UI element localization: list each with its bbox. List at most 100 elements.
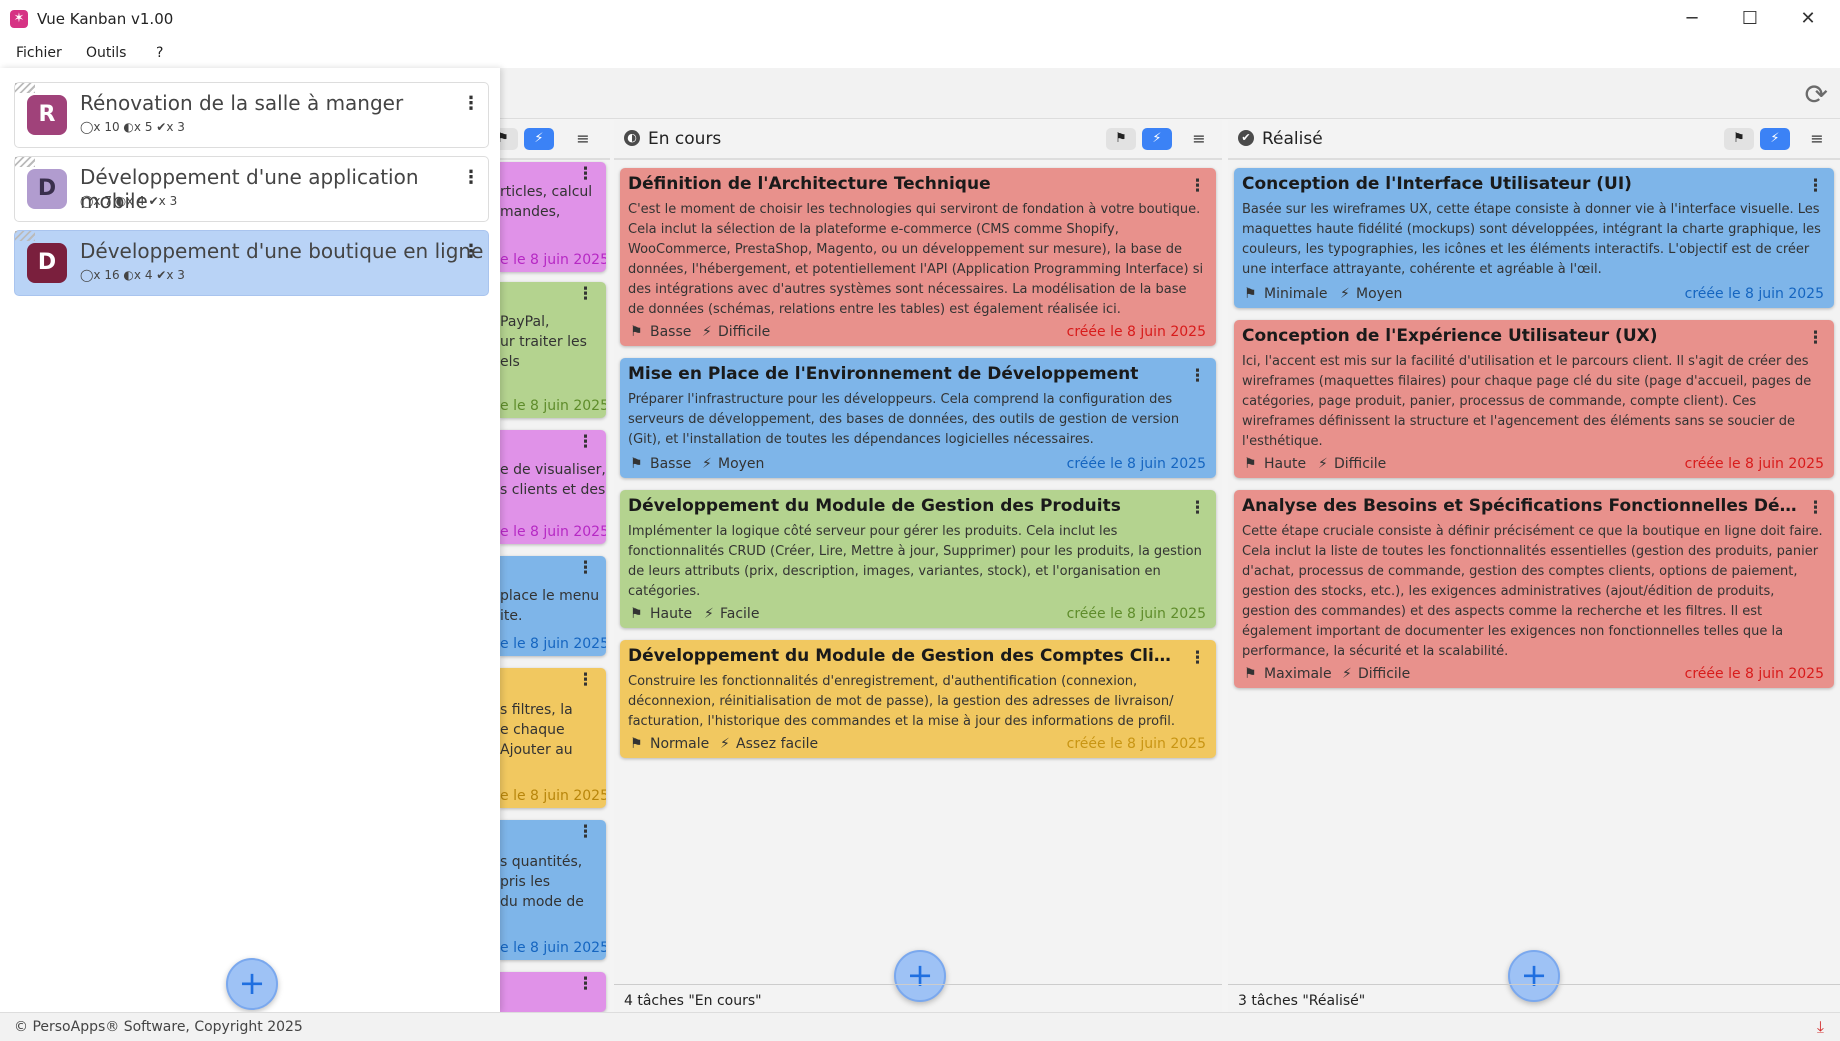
sort-icon[interactable]: ≡ bbox=[1804, 128, 1830, 150]
task-card[interactable]: ⋮ place le menu ite. e le 8 juin 2025 bbox=[500, 556, 606, 656]
maximize-button[interactable]: ☐ bbox=[1721, 0, 1779, 38]
copyright-text: © PersoApps® Software, Copyright 2025 bbox=[14, 1019, 303, 1035]
card-description: Basée sur les wireframes UX, cette étape… bbox=[1242, 202, 1821, 277]
card-menu-icon[interactable]: ⋮ bbox=[577, 432, 594, 452]
card-menu-icon[interactable]: ⋮ bbox=[1189, 648, 1206, 668]
card-description: Implémenter la logique côté serveur pour… bbox=[628, 524, 1202, 599]
card-difficulty: Moyen bbox=[1356, 286, 1403, 302]
task-card[interactable]: Conception de l'Expérience Utilisateur (… bbox=[1234, 320, 1834, 478]
task-count: 3 tâches "Réalisé" bbox=[1238, 993, 1366, 1009]
project-stats: ◯x 10 ◐x 5 ✔x 3 bbox=[80, 120, 185, 134]
difficulty-bolt-icon[interactable]: ⚡ bbox=[1760, 128, 1790, 150]
project-menu-icon[interactable]: ⋮ bbox=[462, 241, 480, 262]
difficulty-bolt-icon: ⚡ bbox=[720, 736, 730, 752]
card-date: créée le 8 juin 2025 bbox=[1066, 606, 1206, 622]
project-stripe bbox=[15, 157, 35, 167]
project-item[interactable]: R Rénovation de la salle à manger ◯x 10 … bbox=[14, 82, 489, 148]
task-card[interactable]: ⋮ rticles, calcul mandes, e le 8 juin 20… bbox=[500, 162, 606, 272]
project-name: Développement d'une boutique en ligne bbox=[80, 239, 484, 263]
card-menu-icon[interactable]: ⋮ bbox=[1807, 328, 1824, 348]
card-menu-icon[interactable]: ⋮ bbox=[577, 822, 594, 842]
card-title: Analyse des Besoins et Spécifications Fo… bbox=[1242, 496, 1800, 516]
priority-flag-icon: ⚑ bbox=[630, 324, 643, 340]
card-menu-icon[interactable]: ⋮ bbox=[577, 558, 594, 578]
card-description: s quantités, pris les du mode de bbox=[500, 854, 584, 910]
card-priority: Maximale bbox=[1264, 666, 1332, 682]
card-menu-icon[interactable]: ⋮ bbox=[1807, 498, 1824, 518]
task-card[interactable]: ⋮ s filtres, la e chaque Ajouter au e le… bbox=[500, 668, 606, 808]
priority-flag-icon: ⚑ bbox=[1244, 456, 1257, 472]
priority-flag-icon[interactable]: ⚑ bbox=[1106, 128, 1136, 150]
card-menu-icon[interactable]: ⋮ bbox=[1189, 366, 1206, 386]
card-menu-icon[interactable]: ⋮ bbox=[1189, 498, 1206, 518]
priority-flag-icon[interactable]: ⚑ bbox=[1724, 128, 1754, 150]
task-card[interactable]: Développement du Module de Gestion des P… bbox=[620, 490, 1216, 628]
board-toolbar: ⟳ bbox=[500, 68, 1840, 119]
card-menu-icon[interactable]: ⋮ bbox=[1807, 176, 1824, 196]
card-menu-icon[interactable]: ⋮ bbox=[577, 974, 594, 994]
task-card[interactable]: Conception de l'Interface Utilisateur (U… bbox=[1234, 168, 1834, 308]
window-title: Vue Kanban v1.00 bbox=[37, 10, 174, 28]
close-button[interactable]: ✕ bbox=[1779, 0, 1837, 38]
task-card[interactable]: ⋮ bbox=[500, 972, 606, 1012]
card-date: e le 8 juin 2025 bbox=[500, 636, 606, 652]
project-drawer: R Rénovation de la salle à manger ◯x 10 … bbox=[0, 68, 500, 1012]
task-card[interactable]: Analyse des Besoins et Spécifications Fo… bbox=[1234, 490, 1834, 688]
difficulty-bolt-icon: ⚡ bbox=[1318, 456, 1328, 472]
card-footer: ⚑ Normale ⚡ Assez facile créée le 8 juin… bbox=[628, 735, 1206, 755]
task-card[interactable]: ⋮ PayPal, ur traiter les els e le 8 juin… bbox=[500, 282, 606, 418]
card-title: Développement du Module de Gestion des P… bbox=[628, 496, 1121, 516]
card-menu-icon[interactable]: ⋮ bbox=[577, 284, 594, 304]
card-description: place le menu ite. bbox=[500, 588, 600, 624]
menu-help[interactable]: ? bbox=[156, 45, 163, 61]
task-card[interactable]: Définition de l'Architecture Technique ⋮… bbox=[620, 168, 1216, 346]
difficulty-bolt-icon[interactable]: ⚡ bbox=[524, 128, 554, 150]
card-menu-icon[interactable]: ⋮ bbox=[577, 670, 594, 690]
menu-fichier[interactable]: Fichier bbox=[16, 45, 62, 61]
card-date: e le 8 juin 2025 bbox=[500, 940, 606, 956]
column-header: ◐ En cours ⚑ ⚡ ≡ bbox=[614, 120, 1222, 160]
priority-flag-icon: ⚑ bbox=[630, 606, 643, 622]
card-description: PayPal, ur traiter les els bbox=[500, 314, 587, 370]
card-title: Conception de l'Interface Utilisateur (U… bbox=[1242, 174, 1632, 194]
task-card[interactable]: ⋮ s quantités, pris les du mode de e le … bbox=[500, 820, 606, 960]
card-difficulty: Difficile bbox=[1334, 456, 1387, 472]
difficulty-bolt-icon: ⚡ bbox=[702, 324, 712, 340]
project-stripe bbox=[15, 231, 35, 241]
difficulty-bolt-icon[interactable]: ⚡ bbox=[1142, 128, 1172, 150]
card-priority: Basse bbox=[650, 324, 692, 340]
card-difficulty: Facile bbox=[720, 606, 760, 622]
card-title: Mise en Place de l'Environnement de Déve… bbox=[628, 364, 1139, 384]
project-item-selected[interactable]: D Développement d'une boutique en ligne … bbox=[14, 230, 489, 296]
card-footer: ⚑ Haute ⚡ Facile créée le 8 juin 2025 bbox=[628, 605, 1206, 625]
card-footer: ⚑ Minimale ⚡ Moyen créée le 8 juin 2025 bbox=[1242, 285, 1824, 305]
card-date: e le 8 juin 2025 bbox=[500, 788, 606, 804]
priority-flag-icon[interactable]: ⚑ bbox=[500, 128, 518, 150]
card-difficulty: Difficile bbox=[718, 324, 771, 340]
refresh-icon[interactable]: ⟳ bbox=[1805, 78, 1828, 111]
card-title: Définition de l'Architecture Technique bbox=[628, 174, 991, 194]
card-menu-icon[interactable]: ⋮ bbox=[1189, 176, 1206, 196]
card-menu-icon[interactable]: ⋮ bbox=[577, 164, 594, 184]
download-icon[interactable]: ⤓ bbox=[1817, 1017, 1824, 1037]
task-card[interactable]: Développement du Module de Gestion des C… bbox=[620, 640, 1216, 758]
project-menu-icon[interactable]: ⋮ bbox=[462, 167, 480, 188]
column-footer: 4 tâches "En cours" bbox=[614, 984, 1222, 1015]
card-date: e le 8 juin 2025 bbox=[500, 252, 606, 268]
project-menu-icon[interactable]: ⋮ bbox=[462, 93, 480, 114]
task-card[interactable]: Mise en Place de l'Environnement de Déve… bbox=[620, 358, 1216, 478]
task-card[interactable]: ⋮ e de visualiser, s clients et des e le… bbox=[500, 430, 606, 544]
card-difficulty: Assez facile bbox=[736, 736, 819, 752]
done-check-icon: ✔ bbox=[1238, 130, 1254, 146]
sort-icon[interactable]: ≡ bbox=[1186, 128, 1212, 150]
card-priority: Minimale bbox=[1264, 286, 1328, 302]
minimize-button[interactable]: ─ bbox=[1663, 0, 1721, 38]
sort-icon[interactable]: ≡ bbox=[570, 128, 596, 150]
card-description: Ici, l'accent est mis sur la facilité d'… bbox=[1242, 354, 1812, 449]
card-footer: ⚑ Basse ⚡ Moyen créée le 8 juin 2025 bbox=[628, 455, 1206, 475]
add-project-button[interactable]: + bbox=[226, 958, 278, 1010]
project-item[interactable]: D Développement d'une application mobile… bbox=[14, 156, 489, 222]
project-stats: ◯x 7 ◐x 4 ✔x 3 bbox=[80, 194, 178, 208]
card-date: créée le 8 juin 2025 bbox=[1066, 736, 1206, 752]
menu-outils[interactable]: Outils bbox=[86, 45, 126, 61]
